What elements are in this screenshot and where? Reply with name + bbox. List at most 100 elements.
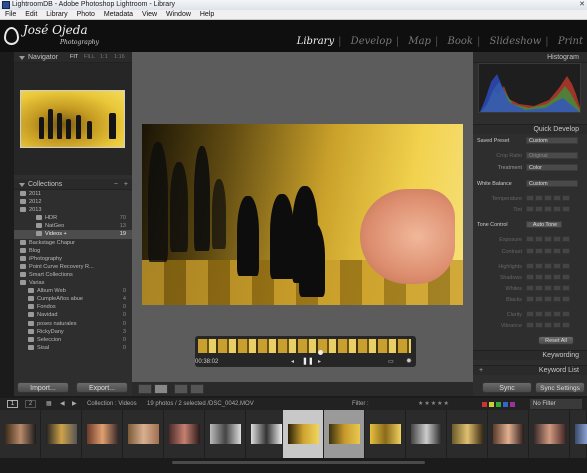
module-slideshow[interactable]: Slideshow	[490, 36, 542, 47]
step-forward-icon[interactable]: ▸	[318, 358, 321, 365]
list-item[interactable]: Album Web 0	[14, 287, 132, 295]
treatment-select[interactable]: Color	[526, 164, 578, 171]
tint-steppers[interactable]	[526, 206, 571, 215]
film-thumb[interactable]	[406, 410, 447, 458]
filter-select[interactable]: No Filter	[530, 399, 582, 409]
blue-label-icon[interactable]	[503, 402, 508, 407]
list-item[interactable]: NatGeo 13	[14, 222, 132, 230]
film-thumb[interactable]	[570, 410, 587, 458]
list-item[interactable]: Sisal 0	[14, 344, 132, 352]
list-item[interactable]: 2013	[14, 206, 132, 214]
video-frame-preview[interactable]	[142, 124, 463, 305]
exposure-steppers[interactable]	[526, 236, 571, 245]
film-thumb[interactable]	[164, 410, 205, 458]
list-item[interactable]: RickyDany 3	[14, 328, 132, 336]
film-thumb[interactable]	[365, 410, 406, 458]
film-thumb-selected[interactable]	[324, 410, 365, 458]
navigator-header[interactable]: Navigator FIT FILL 1:1 1:16	[14, 52, 132, 63]
survey-view-icon[interactable]	[190, 384, 204, 394]
temperature-steppers[interactable]	[526, 195, 571, 204]
keywording-header[interactable]: Keywording	[473, 350, 587, 360]
zoom-1-1[interactable]: 1:1	[100, 52, 108, 63]
add-collection-icon[interactable]: +	[124, 179, 128, 190]
list-item[interactable]: Point Curve Recovery R...	[14, 263, 132, 271]
add-keyword-icon[interactable]: +	[479, 366, 483, 376]
menu-photo[interactable]: Photo	[77, 11, 95, 18]
crop-ratio-select[interactable]: Original	[526, 152, 578, 159]
film-thumb[interactable]	[246, 410, 287, 458]
sync-settings-button[interactable]: Sync Settings	[535, 382, 585, 393]
reset-all-button[interactable]: Reset All	[538, 336, 574, 345]
video-scrubber-strip[interactable]	[198, 339, 411, 353]
module-book[interactable]: Book	[448, 36, 473, 47]
film-thumb-selected[interactable]	[283, 410, 324, 458]
film-thumb[interactable]	[82, 410, 123, 458]
filmstrip-source[interactable]: Collection : Videos	[87, 398, 137, 410]
grid-icon[interactable]: ▦	[46, 398, 52, 410]
keyword-list-header[interactable]: + Keyword List	[473, 365, 587, 375]
vibrance-steppers[interactable]	[526, 322, 571, 331]
back-arrow-icon[interactable]: ◀	[60, 398, 65, 410]
zoom-1-16[interactable]: 1:16	[114, 52, 125, 63]
list-item[interactable]: Navidad 0	[14, 311, 132, 319]
shadows-steppers[interactable]	[526, 274, 571, 283]
gear-icon[interactable]: ✹	[406, 357, 412, 365]
quick-develop-header[interactable]: Quick Develop	[473, 124, 587, 134]
collections-header[interactable]: Collections − +	[14, 179, 132, 190]
purple-label-icon[interactable]	[510, 402, 515, 407]
loupe-view-icon[interactable]	[154, 384, 168, 394]
page-2-button[interactable]: 2	[25, 400, 36, 408]
white-balance-select[interactable]: Custom	[526, 180, 578, 187]
compare-view-icon[interactable]	[174, 384, 188, 394]
red-label-icon[interactable]	[482, 402, 487, 407]
film-thumb[interactable]	[205, 410, 246, 458]
list-item[interactable]: Seleccion 0	[14, 336, 132, 344]
menu-edit[interactable]: Edit	[25, 11, 37, 18]
zoom-fit[interactable]: FIT	[70, 52, 78, 63]
list-item[interactable]: Varias	[14, 279, 132, 287]
module-library[interactable]: Library	[297, 36, 334, 47]
list-item[interactable]: 2011	[14, 190, 132, 198]
filmstrip-scrollbar[interactable]	[172, 461, 425, 464]
list-item[interactable]: Fondos 0	[14, 303, 132, 311]
sync-button[interactable]: Sync	[482, 382, 532, 393]
whites-steppers[interactable]	[526, 285, 571, 294]
navigator-thumbnail[interactable]	[20, 90, 125, 148]
film-thumb[interactable]	[488, 410, 529, 458]
module-develop[interactable]: Develop	[351, 36, 392, 47]
export-button[interactable]: Export...	[76, 382, 128, 393]
blacks-steppers[interactable]	[526, 296, 571, 305]
zoom-fill[interactable]: FILL	[84, 52, 95, 63]
forward-arrow-icon[interactable]: ▶	[72, 398, 77, 410]
menu-metadata[interactable]: Metadata	[104, 11, 133, 18]
menu-help[interactable]: Help	[200, 11, 214, 18]
auto-tone-button[interactable]: Auto Tone	[526, 221, 562, 228]
clarity-steppers[interactable]	[526, 311, 571, 320]
film-thumb[interactable]	[529, 410, 570, 458]
module-map[interactable]: Map	[408, 36, 431, 47]
rating-stars[interactable]: ★★★★★	[418, 398, 450, 410]
film-thumb[interactable]	[123, 410, 164, 458]
menu-file[interactable]: File	[5, 11, 16, 18]
list-item[interactable]: iPhotography	[14, 255, 132, 263]
minus-icon[interactable]: −	[114, 179, 118, 190]
menu-window[interactable]: Window	[166, 11, 191, 18]
list-item-selected[interactable]: Videos +19	[14, 230, 132, 239]
film-thumb[interactable]	[447, 410, 488, 458]
list-item[interactable]: HDR 70	[14, 214, 132, 222]
menu-library[interactable]: Library	[46, 11, 67, 18]
highlights-steppers[interactable]	[526, 263, 571, 272]
yellow-label-icon[interactable]	[489, 402, 494, 407]
list-item[interactable]: CumpleAños abue 4	[14, 295, 132, 303]
close-icon[interactable]: ✕	[579, 0, 585, 10]
grid-view-icon[interactable]	[138, 384, 152, 394]
step-back-icon[interactable]: ◂	[291, 358, 294, 365]
list-item[interactable]: Backstage Chapur	[14, 239, 132, 247]
green-label-icon[interactable]	[496, 402, 501, 407]
import-button[interactable]: Import...	[17, 382, 69, 393]
list-item[interactable]: Blog	[14, 247, 132, 255]
histogram-header[interactable]: Histogram	[473, 52, 587, 63]
saved-preset-select[interactable]: Custom	[526, 137, 578, 144]
list-item[interactable]: Smart Collections	[14, 271, 132, 279]
module-print[interactable]: Print	[558, 36, 583, 47]
